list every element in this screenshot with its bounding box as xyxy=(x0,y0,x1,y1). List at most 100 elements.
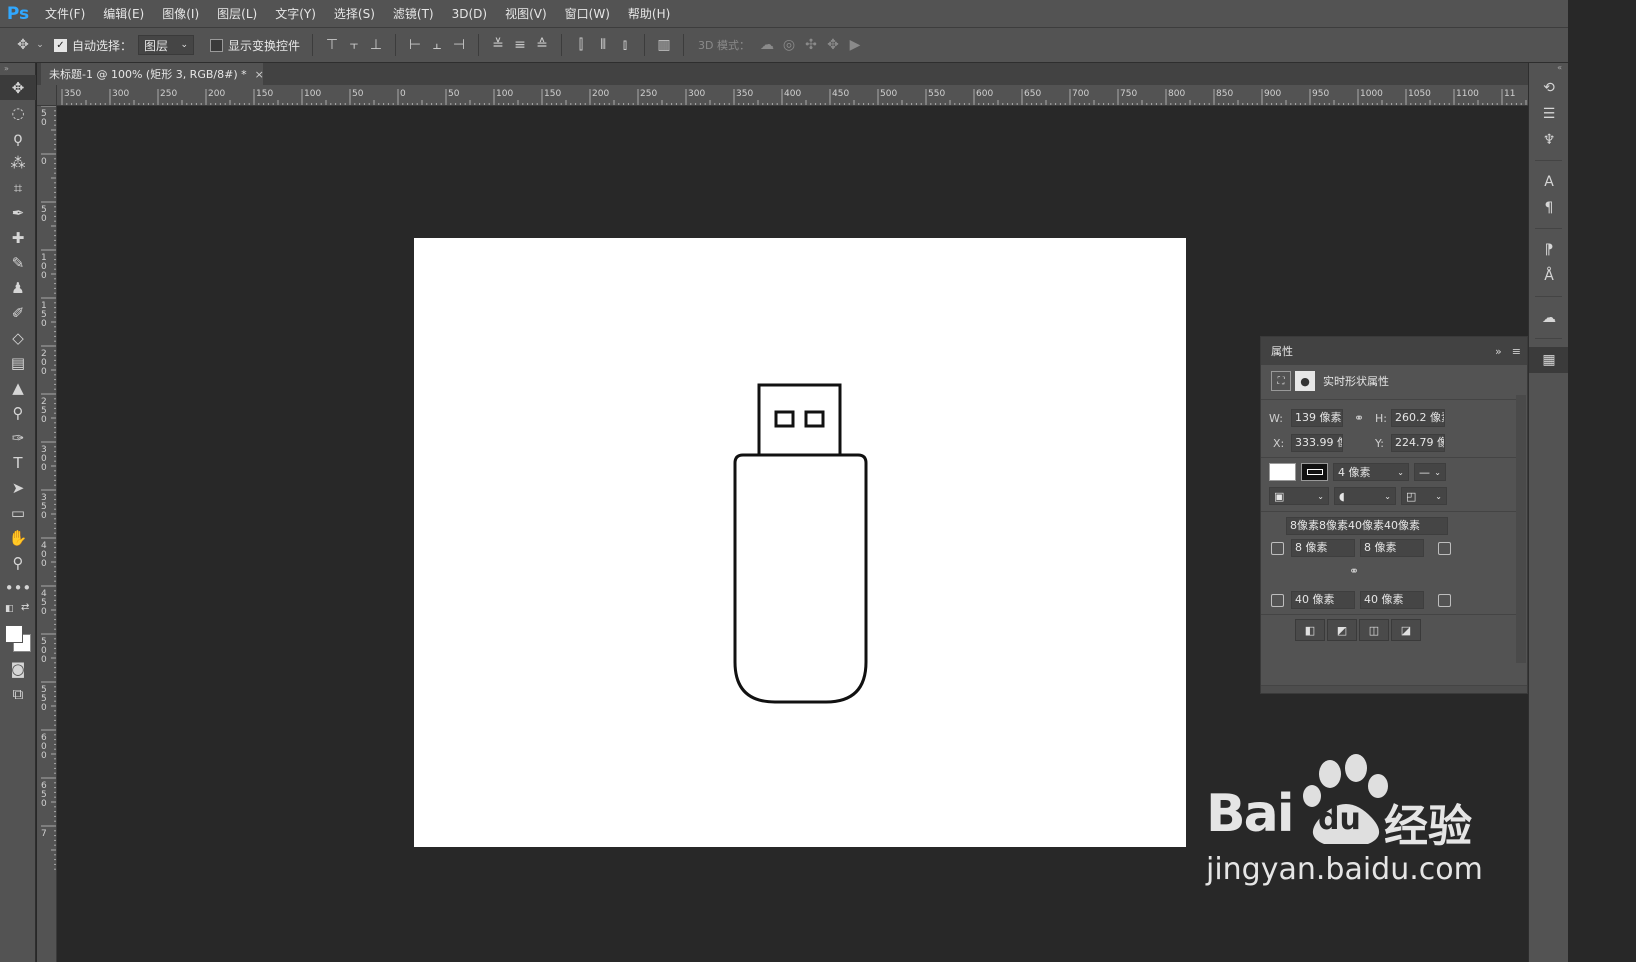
usb-connector-hole-left[interactable] xyxy=(774,410,795,428)
transform-icon[interactable]: ⛶ xyxy=(1271,371,1291,391)
pan-3d-icon[interactable]: ✣ xyxy=(800,34,822,56)
distribute-right-icon[interactable]: ⫾ xyxy=(614,34,636,56)
align-top-icon[interactable]: ⊤ xyxy=(321,34,343,56)
panel-menu-icon[interactable]: ≡ xyxy=(1512,345,1521,358)
menu-view[interactable]: 视图(V) xyxy=(496,0,556,28)
stamp-tool-icon[interactable]: ♟ xyxy=(0,275,36,300)
screen-mode-icon[interactable]: ⧉ xyxy=(0,681,36,706)
more-tools-icon[interactable]: ••• xyxy=(0,575,36,600)
rectangle-tool-icon[interactable]: ▭ xyxy=(0,500,36,525)
width-input[interactable]: 139 像素 xyxy=(1291,409,1343,427)
usb-connector-hole-right[interactable] xyxy=(804,410,825,428)
vertical-ruler[interactable]: 5005010015020025030035040045050055060065… xyxy=(37,106,57,962)
chevron-down-icon[interactable]: ⌄ xyxy=(34,34,46,56)
close-icon[interactable]: × xyxy=(255,68,264,81)
quick-mask-icon[interactable]: ◙ xyxy=(0,656,36,681)
align-left-icon[interactable]: ⊢ xyxy=(404,34,426,56)
align-bottom-icon[interactable]: ⊥ xyxy=(365,34,387,56)
camera-3d-icon[interactable]: ▶ xyxy=(844,34,866,56)
character-panel-icon[interactable]: A xyxy=(1529,169,1569,195)
link-icon[interactable]: ⚭ xyxy=(1343,411,1375,425)
corner-tl-input[interactable]: 8 像素 xyxy=(1291,539,1355,557)
brush-tool-icon[interactable]: ✎ xyxy=(0,250,36,275)
distribute-vcenter-icon[interactable]: ≡ xyxy=(509,34,531,56)
orbit-3d-icon[interactable]: ☁ xyxy=(756,34,778,56)
link-corners-icon[interactable]: ⚭ xyxy=(1349,564,1359,578)
distribute-bottom-icon[interactable]: ≙ xyxy=(531,34,553,56)
menu-type[interactable]: 文字(Y) xyxy=(266,0,325,28)
distribute-left-icon[interactable]: ⫿ xyxy=(570,34,592,56)
healing-brush-tool-icon[interactable]: ✚ xyxy=(0,225,36,250)
fill-swatch[interactable] xyxy=(1269,463,1296,481)
adjustments-panel-icon[interactable]: ☰ xyxy=(1529,101,1569,127)
resize-handle[interactable] xyxy=(1261,685,1527,693)
magic-wand-tool-icon[interactable]: ⁂ xyxy=(0,150,36,175)
menu-help[interactable]: 帮助(H) xyxy=(619,0,679,28)
stroke-swatch[interactable] xyxy=(1301,463,1328,481)
height-input[interactable]: 260.2 像素 xyxy=(1391,409,1445,427)
subtract-shape-icon[interactable]: ◩ xyxy=(1327,619,1357,641)
slide-3d-icon[interactable]: ✥ xyxy=(822,34,844,56)
hand-tool-icon[interactable]: ✋ xyxy=(0,525,36,550)
move-tool-preset-icon[interactable]: ✥ xyxy=(12,34,34,56)
paragraph-styles-icon[interactable]: ⁋ xyxy=(1529,237,1569,263)
document-canvas[interactable] xyxy=(414,238,1186,847)
align-vcenter-icon[interactable]: ⫟ xyxy=(343,34,365,56)
align-hcenter-icon[interactable]: ⫠ xyxy=(426,34,448,56)
corner-radius-all-input[interactable]: 8像素8像素40像素40像素 xyxy=(1286,517,1448,535)
corner-tl-icon[interactable] xyxy=(1271,541,1284,555)
brush-settings-icon[interactable]: ♆ xyxy=(1529,127,1569,153)
blur-tool-icon[interactable]: ▲ xyxy=(0,375,36,400)
stroke-cap-dropdown[interactable]: ◖ ⌄ xyxy=(1334,487,1396,505)
corner-br-input[interactable]: 40 像素 xyxy=(1360,591,1424,609)
auto-align-icon[interactable]: ▥ xyxy=(653,34,675,56)
exclude-shape-icon[interactable]: ◪ xyxy=(1391,619,1421,641)
menu-window[interactable]: 窗口(W) xyxy=(556,0,619,28)
history-brush-tool-icon[interactable]: ✐ xyxy=(0,300,36,325)
auto-select-checkbox[interactable]: ✓ xyxy=(54,38,67,52)
swap-colors-icon[interactable]: ⇄ xyxy=(21,602,29,613)
stroke-type-dropdown[interactable]: — ⌄ xyxy=(1414,463,1446,481)
zoom-tool-icon[interactable]: ⚲ xyxy=(0,550,36,575)
eyedropper-tool-icon[interactable]: ✒ xyxy=(0,200,36,225)
eraser-tool-icon[interactable]: ◇ xyxy=(0,325,36,350)
path-selection-tool-icon[interactable]: ➤ xyxy=(0,475,36,500)
x-input[interactable]: 333.99 像素 xyxy=(1291,434,1343,452)
libraries-panel-icon[interactable]: ☁ xyxy=(1529,305,1569,331)
corner-bl-icon[interactable] xyxy=(1271,593,1284,607)
character-styles-icon[interactable]: Å xyxy=(1529,263,1569,289)
collapse-icon[interactable]: » xyxy=(1495,345,1502,358)
gradient-tool-icon[interactable]: ▤ xyxy=(0,350,36,375)
stroke-width-dropdown[interactable]: 4 像素 ⌄ xyxy=(1333,463,1409,481)
menu-layer[interactable]: 图层(L) xyxy=(208,0,266,28)
corner-tr-icon[interactable] xyxy=(1438,541,1451,555)
align-right-icon[interactable]: ⊣ xyxy=(448,34,470,56)
menu-filter[interactable]: 滤镜(T) xyxy=(384,0,443,28)
properties-panel-icon[interactable]: ▦ xyxy=(1529,347,1569,373)
foreground-color-swatch[interactable] xyxy=(5,625,23,643)
distribute-top-icon[interactable]: ≚ xyxy=(487,34,509,56)
paragraph-panel-icon[interactable]: ¶ xyxy=(1529,195,1569,221)
menu-image[interactable]: 图像(I) xyxy=(153,0,208,28)
type-tool-icon[interactable]: T xyxy=(0,450,36,475)
auto-select-dropdown[interactable]: 图层 ⌄ xyxy=(138,35,195,55)
collapse-icon[interactable]: » xyxy=(0,63,35,75)
move-tool-icon[interactable]: ✥ xyxy=(0,75,36,100)
properties-tab[interactable]: 属性 xyxy=(1271,343,1293,359)
menu-select[interactable]: 选择(S) xyxy=(325,0,384,28)
stroke-align-dropdown[interactable]: ▣ ⌄ xyxy=(1269,487,1329,505)
history-panel-icon[interactable]: ⟲ xyxy=(1529,75,1569,101)
intersect-shape-icon[interactable]: ◫ xyxy=(1359,619,1389,641)
default-colors-icon[interactable]: ◧ xyxy=(5,604,14,614)
show-transform-checkbox[interactable] xyxy=(210,38,224,52)
crop-tool-icon[interactable]: ⌗ xyxy=(0,175,36,200)
document-tab[interactable]: 未标题-1 @ 100% (矩形 3, RGB/8#) * × xyxy=(41,63,264,85)
pen-tool-icon[interactable]: ✑ xyxy=(0,425,36,450)
menu-file[interactable]: 文件(F) xyxy=(36,0,94,28)
lasso-tool-icon[interactable]: ϙ xyxy=(0,125,36,150)
properties-scrollbar[interactable] xyxy=(1516,395,1526,663)
marquee-tool-icon[interactable]: ◌ xyxy=(0,100,36,125)
mask-icon[interactable]: ● xyxy=(1295,371,1315,391)
usb-connector-shape[interactable] xyxy=(757,383,842,457)
ruler-origin[interactable] xyxy=(37,85,57,106)
